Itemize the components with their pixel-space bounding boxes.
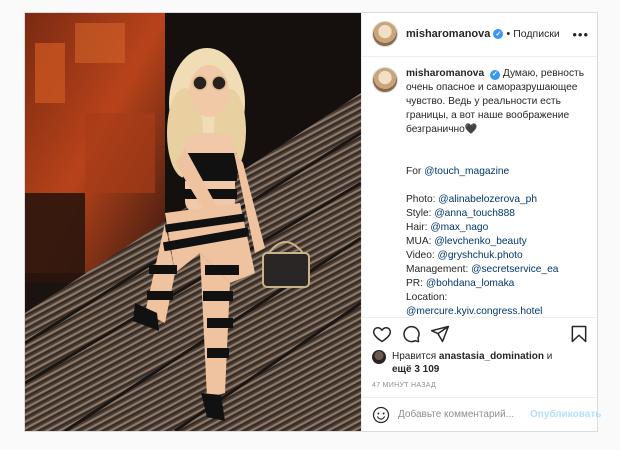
post-header: misharomanova ✓ • Подписки ••• xyxy=(362,13,597,57)
likes-suffix: и xyxy=(546,351,553,363)
caption-text: misharomanova ✓ Думаю, ревность очень оп… xyxy=(406,67,589,317)
comment-box: Опубликовать xyxy=(362,397,601,431)
post-sidebar: misharomanova ✓ • Подписки ••• misharoma… xyxy=(361,13,601,431)
author-avatar[interactable] xyxy=(372,21,398,48)
share-icon[interactable] xyxy=(430,324,450,344)
mention-link[interactable]: @max_nago xyxy=(430,222,488,233)
comment-input[interactable] xyxy=(398,409,530,421)
likes-summary: Нравится anastasia_domination и ещё 3 10… xyxy=(362,350,597,376)
likes-prefix: Нравится xyxy=(392,351,437,363)
following-button[interactable]: Подписки xyxy=(513,28,560,40)
credit-line: @mercure.kyiv.congress.hotel xyxy=(406,305,589,317)
post-photo[interactable] xyxy=(25,13,361,431)
liker-avatar[interactable] xyxy=(372,350,386,365)
author-username[interactable]: misharomanova xyxy=(406,28,490,40)
credit-line: Style: @anna_touch888 xyxy=(406,207,515,219)
caption-avatar[interactable] xyxy=(372,66,398,93)
post-image xyxy=(25,13,361,431)
action-bar xyxy=(362,316,597,351)
verified-badge-icon: ✓ xyxy=(493,29,504,40)
caption-area: misharomanova ✓ Думаю, ревность очень оп… xyxy=(362,57,597,317)
mention-link[interactable]: @gryshchuk.photo xyxy=(438,250,523,261)
publish-button[interactable]: Опубликовать xyxy=(530,409,601,420)
credit-line: PR: @bohdana_lomaka xyxy=(406,277,515,289)
mention-link[interactable]: @anna_touch888 xyxy=(434,208,515,219)
comment-icon[interactable] xyxy=(401,324,421,344)
mention-link[interactable]: @bohdana_lomaka xyxy=(426,278,515,289)
mention-link[interactable]: @mercure.kyiv.congress.hotel xyxy=(406,306,542,317)
credit-line: MUA: @levchenko_beauty xyxy=(406,235,527,247)
likes-text: Нравится anastasia_domination и ещё 3 10… xyxy=(392,350,552,376)
liker-username[interactable]: anastasia_domination xyxy=(439,351,544,362)
caption-gap xyxy=(406,179,589,193)
mention-link[interactable]: @alinabelozerova_ph xyxy=(438,194,537,205)
credit-line: Hair: @max_nago xyxy=(406,221,489,233)
header-separator: • xyxy=(506,28,511,41)
likes-count[interactable]: ещё 3 109 xyxy=(392,364,439,375)
credit-line: Video: @gryshchuk.photo xyxy=(406,249,523,261)
heart-icon[interactable] xyxy=(372,324,392,344)
credit-line: Management: @secretservice_ea xyxy=(406,263,559,275)
caption-username[interactable]: misharomanova xyxy=(406,68,484,79)
emoji-icon[interactable] xyxy=(372,406,390,424)
credit-line: Location: xyxy=(406,291,448,303)
bookmark-icon[interactable] xyxy=(569,324,589,344)
caption-verified-icon: ✓ xyxy=(489,69,500,80)
mention-link[interactable]: @levchenko_beauty xyxy=(434,236,526,247)
credit-line: Photo: @alinabelozerova_ph xyxy=(406,193,537,205)
mention-link[interactable]: @touch_magazine xyxy=(424,166,509,177)
post-timestamp[interactable]: 47 МИНУТ НАЗАД xyxy=(362,376,597,397)
instagram-post: misharomanova ✓ • Подписки ••• misharoma… xyxy=(24,12,601,432)
more-options-icon[interactable]: ••• xyxy=(572,27,589,42)
mention-link[interactable]: @secretservice_ea xyxy=(471,264,558,275)
caption-for-line: For @touch_magazine xyxy=(406,165,510,177)
